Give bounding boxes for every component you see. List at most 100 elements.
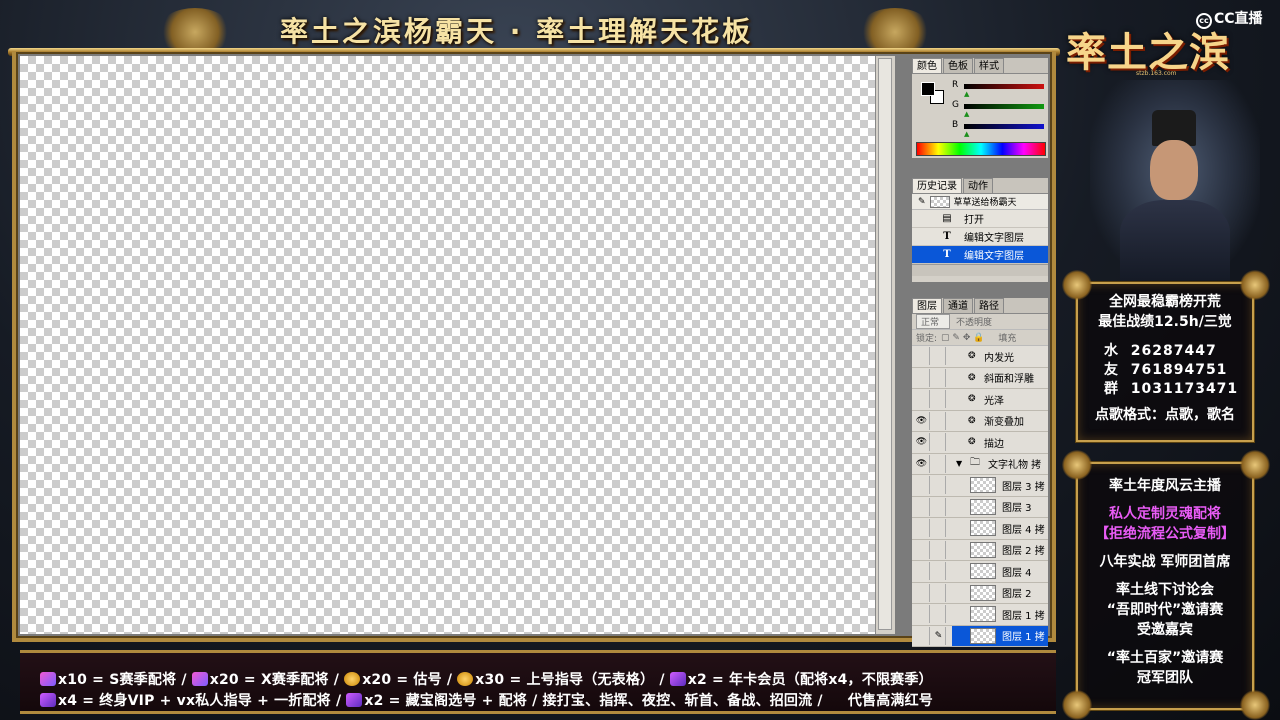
- visibility-toggle[interactable]: [914, 626, 930, 645]
- layer-row[interactable]: 图层 4: [912, 561, 1048, 583]
- layers-panel: 图层 通道 路径 正常 不透明度 锁定: ▢ ✎ ✥ 🔒 填充 ❂ 内发光 ❂ …: [912, 298, 1048, 647]
- tab-color[interactable]: 颜色: [912, 58, 942, 73]
- blend-mode-select[interactable]: 正常: [916, 314, 951, 329]
- honor-line: 受邀嘉宾: [1137, 622, 1193, 638]
- layer-effect-row[interactable]: ❂ 内发光: [912, 346, 1048, 368]
- tab-styles[interactable]: 样式: [974, 58, 1004, 73]
- snapshot-thumbnail: [929, 195, 950, 208]
- visibility-toggle[interactable]: [914, 368, 930, 387]
- contact-label: 群: [1104, 381, 1119, 397]
- blue-bar[interactable]: [964, 124, 1044, 129]
- link-cell[interactable]: [932, 368, 946, 387]
- corner-ornament-icon: [1240, 450, 1270, 480]
- pen-gift-icon: [669, 672, 686, 686]
- link-cell[interactable]: [932, 476, 946, 495]
- color-spectrum[interactable]: [916, 142, 1046, 156]
- layer-row[interactable]: 图层 3: [912, 496, 1048, 518]
- corner-ornament-icon: [1240, 270, 1270, 300]
- contact-label: 水: [1104, 343, 1119, 359]
- layer-row[interactable]: 图层 3 拷: [912, 475, 1048, 497]
- corner-ornament-icon: [1240, 690, 1270, 720]
- scrollbar-thumb[interactable]: [878, 58, 892, 630]
- horn-gift-icon: [191, 672, 208, 686]
- fill-label: 填充: [998, 334, 1017, 344]
- history-item-label: 编辑文字图层: [964, 251, 1024, 262]
- tab-channels[interactable]: 通道: [943, 298, 973, 313]
- history-item-selected[interactable]: T 编辑文字图层: [912, 246, 1048, 264]
- gift-text: x20 = 估号 /: [362, 672, 453, 688]
- visibility-toggle[interactable]: [914, 562, 930, 581]
- gift-row: x4 = 终身VIP + vx私人指导 + 一折配将 / x2 = 藏宝阁选号 …: [40, 690, 933, 710]
- tab-history[interactable]: 历史记录: [912, 178, 962, 193]
- eye-icon[interactable]: 👁: [914, 454, 930, 473]
- green-bar[interactable]: [964, 104, 1044, 109]
- layer-effect-row[interactable]: ❂ 斜面和浮雕: [912, 367, 1048, 389]
- layer-row[interactable]: 图层 2 拷: [912, 539, 1048, 561]
- visibility-toggle[interactable]: [914, 605, 930, 624]
- layer-row[interactable]: 图层 1 拷: [912, 604, 1048, 626]
- red-bar[interactable]: [964, 84, 1044, 89]
- chevron-down-icon[interactable]: ▼: [956, 459, 962, 468]
- layer-group-row[interactable]: 👁 ▼ 🗀 文字礼物 拷: [912, 453, 1048, 475]
- brush-icon[interactable]: ✎: [932, 626, 946, 645]
- horn-gift-icon: [40, 672, 56, 686]
- link-cell[interactable]: [932, 519, 946, 538]
- transparent-canvas[interactable]: [20, 56, 875, 634]
- history-item[interactable]: T 编辑文字图层: [912, 228, 1048, 246]
- layer-row[interactable]: 图层 2: [912, 582, 1048, 604]
- slider-knob-icon[interactable]: ▲: [964, 90, 969, 98]
- red-slider[interactable]: R ▲: [952, 80, 1044, 98]
- effect-icon: ❂: [968, 415, 976, 426]
- tab-paths[interactable]: 路径: [974, 298, 1004, 313]
- layer-effect-row[interactable]: 👁 ❂ 描边: [912, 432, 1048, 454]
- link-cell[interactable]: [932, 411, 946, 430]
- visibility-toggle[interactable]: [914, 519, 930, 538]
- brush-icon: ✎: [918, 196, 926, 207]
- link-cell[interactable]: [932, 390, 946, 409]
- layer-row-selected[interactable]: ✎ 图层 1 拷: [912, 625, 1048, 647]
- green-slider[interactable]: G ▲: [952, 100, 1044, 118]
- link-cell[interactable]: [932, 540, 946, 559]
- gift-row: x10 = S赛季配将 / x20 = X赛季配将 / x20 = 估号 / x…: [40, 669, 933, 689]
- tab-layers[interactable]: 图层: [912, 298, 942, 313]
- link-cell[interactable]: [932, 347, 946, 366]
- link-cell[interactable]: [932, 583, 946, 602]
- opacity-label: 不透明度: [956, 318, 993, 328]
- link-cell[interactable]: [932, 454, 946, 473]
- visibility-toggle[interactable]: [914, 347, 930, 366]
- history-item[interactable]: ▤ 打开: [912, 210, 1048, 228]
- history-snapshot[interactable]: ✎ 草草送给杨霸天: [912, 194, 1048, 210]
- slider-knob-icon[interactable]: ▲: [964, 110, 969, 118]
- link-cell[interactable]: [932, 562, 946, 581]
- visibility-toggle[interactable]: [914, 476, 930, 495]
- layer-row[interactable]: 图层 4 拷: [912, 518, 1048, 540]
- visibility-toggle[interactable]: [914, 497, 930, 516]
- gift-text: x2 = 年卡会员（配将x4，不限赛季）: [687, 672, 933, 688]
- honor-line-highlight: 【拒绝流程公式复制】: [1095, 526, 1235, 542]
- visibility-toggle[interactable]: [914, 390, 930, 409]
- song-request-format: 点歌格式：点歌，歌名: [1095, 407, 1235, 423]
- link-cell[interactable]: [932, 433, 946, 452]
- effect-icon: ❂: [968, 351, 976, 362]
- foreground-color-swatch[interactable]: [921, 82, 935, 96]
- tab-swatches[interactable]: 色板: [943, 58, 973, 73]
- contact-line: 群 1031173471: [1078, 380, 1252, 399]
- history-panel-tabs: 历史记录 动作: [912, 178, 1048, 194]
- link-cell[interactable]: [932, 605, 946, 624]
- eye-icon[interactable]: 👁: [914, 433, 930, 452]
- slider-knob-icon[interactable]: ▲: [964, 130, 969, 138]
- gift-text: x20 = X赛季配将 /: [209, 672, 340, 688]
- color-panel-tabs: 颜色 色板 样式: [912, 58, 1048, 74]
- visibility-toggle[interactable]: [914, 540, 930, 559]
- layer-effect-row[interactable]: 👁 ❂ 渐变叠加: [912, 410, 1048, 432]
- contact-label: 友: [1104, 362, 1119, 378]
- tab-actions[interactable]: 动作: [963, 178, 993, 193]
- layer-effect-row[interactable]: ❂ 光泽: [912, 389, 1048, 411]
- color-panel: 颜色 色板 样式 R ▲ G ▲ B ▲: [912, 58, 1048, 158]
- visibility-toggle[interactable]: [914, 583, 930, 602]
- link-cell[interactable]: [932, 497, 946, 516]
- eye-icon[interactable]: 👁: [914, 411, 930, 430]
- canvas-scrollbar[interactable]: [875, 56, 895, 634]
- lock-icon[interactable]: ▢ ✎ ✥ 🔒: [941, 333, 984, 343]
- blue-slider[interactable]: B ▲: [952, 120, 1044, 138]
